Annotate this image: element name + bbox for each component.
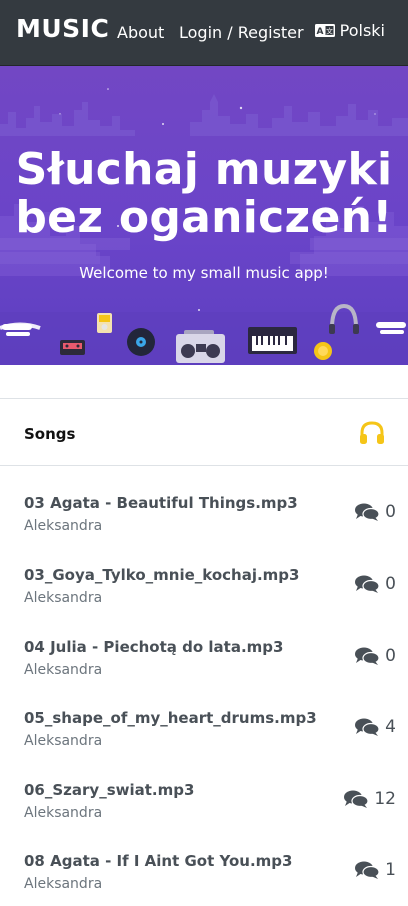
comment-count: 12 [374, 789, 396, 809]
hero-title-line-1: Słuchaj muzyki [15, 144, 393, 195]
ipod-icon [97, 313, 112, 333]
language-icon: A 文 [314, 24, 335, 37]
song-comments: 0 [355, 574, 396, 594]
song-author: Aleksandra [24, 518, 103, 534]
comments-icon [344, 790, 369, 808]
navbar: MUSIC About Login / Register A 文 Polski [0, 0, 408, 66]
comments-icon [355, 575, 380, 593]
language-label: Polski [339, 21, 385, 40]
comment-count: 0 [385, 502, 396, 522]
song-item[interactable]: 08 Agata - If I Aint Got You.mp3 Aleksan… [0, 852, 408, 906]
hero-title-line-2: bez oganiczeń! [15, 192, 393, 243]
song-author: Aleksandra [24, 662, 103, 678]
comments-icon [355, 503, 380, 521]
comment-count: 0 [385, 574, 396, 594]
headphones-icon [360, 421, 384, 444]
svg-text:文: 文 [326, 27, 333, 36]
songs-title: Songs [24, 425, 76, 443]
song-comments: 1 [355, 860, 396, 880]
song-title[interactable]: 08 Agata - If I Aint Got You.mp3 [24, 852, 292, 870]
keyboard-icon [248, 327, 297, 354]
song-item[interactable]: 04 Julia - Piechotą do lata.mp3 Aleksand… [0, 638, 408, 698]
song-comments: 0 [355, 646, 396, 666]
vinyl-icon [127, 328, 155, 356]
hero-subtitle: Welcome to my small music app! [79, 264, 329, 282]
nav-link-about[interactable]: About [117, 23, 164, 42]
comment-count: 4 [385, 717, 396, 737]
boombox-icon [176, 330, 225, 363]
brand-logo[interactable]: MUSIC [16, 14, 109, 43]
song-author: Aleksandra [24, 590, 103, 606]
song-title[interactable]: 03_Goya_Tylko_mnie_kochaj.mp3 [24, 566, 299, 584]
hero-title: Słuchaj muzyki bez oganiczeń! [0, 146, 408, 242]
comments-icon [355, 718, 380, 736]
song-item[interactable]: 05_shape_of_my_heart_drums.mp3 Aleksandr… [0, 709, 408, 769]
nav-link-login-register[interactable]: Login / Register [179, 23, 304, 42]
song-comments: 0 [355, 502, 396, 522]
song-author: Aleksandra [24, 805, 103, 821]
songs-card-header: Songs [0, 398, 408, 466]
song-item[interactable]: 03_Goya_Tylko_mnie_kochaj.mp3 Aleksandra… [0, 566, 408, 626]
comment-count: 0 [385, 646, 396, 666]
song-title[interactable]: 03 Agata - Beautiful Things.mp3 [24, 494, 298, 512]
svg-text:A: A [316, 27, 323, 37]
song-item[interactable]: 06_Szary_swiat.mp3 Aleksandra 12 [0, 781, 408, 841]
hero-banner: Słuchaj muzyki bez oganiczeń! Welcome to… [0, 66, 408, 365]
cassette-icon [60, 340, 85, 355]
language-switch[interactable]: A 文 Polski [314, 21, 385, 40]
song-comments: 4 [355, 717, 396, 737]
song-author: Aleksandra [24, 876, 103, 892]
song-title[interactable]: 06_Szary_swiat.mp3 [24, 781, 194, 799]
song-author: Aleksandra [24, 733, 103, 749]
comments-icon [355, 647, 380, 665]
comments-icon [355, 861, 380, 879]
song-comments: 12 [344, 789, 396, 809]
song-title[interactable]: 04 Julia - Piechotą do lata.mp3 [24, 638, 283, 656]
comment-count: 1 [385, 860, 396, 880]
song-item[interactable]: 03 Agata - Beautiful Things.mp3 Aleksand… [0, 494, 408, 554]
song-title[interactable]: 05_shape_of_my_heart_drums.mp3 [24, 709, 317, 727]
